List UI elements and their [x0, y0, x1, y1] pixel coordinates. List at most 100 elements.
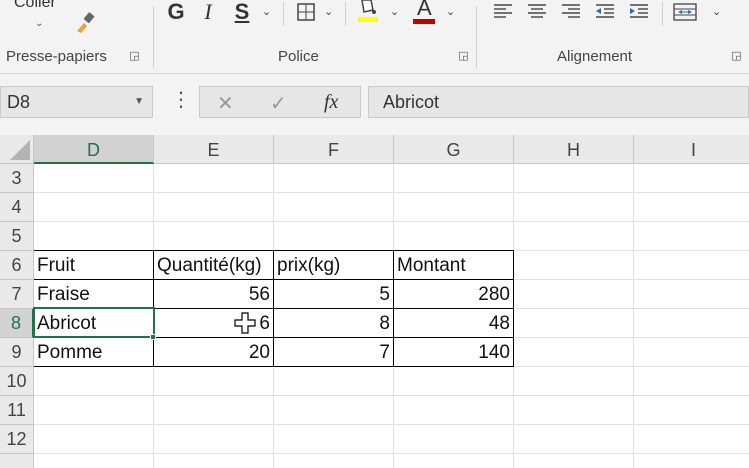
format-painter-icon: [77, 12, 95, 33]
column-header-e[interactable]: E: [154, 135, 274, 164]
align-right-button[interactable]: [558, 0, 584, 27]
table-cell[interactable]: 140: [394, 338, 513, 367]
strikethrough-button[interactable]: S: [230, 0, 254, 27]
toolbar-separator: [345, 2, 346, 26]
strikethrough-label: S: [234, 0, 250, 24]
table-cell[interactable]: 56: [154, 280, 273, 309]
group-separator: [153, 6, 154, 68]
font-dialog-launcher-icon[interactable]: ◲: [457, 50, 470, 63]
align-left-icon: [494, 4, 512, 18]
alignment-group-label: Alignement: [557, 48, 633, 65]
chevron-down-icon[interactable]: ⌄: [712, 5, 721, 18]
group-separator: [476, 6, 477, 68]
table-cell[interactable]: 5: [274, 280, 393, 309]
fill-color-swatch: [358, 17, 378, 22]
clipboard-group-label: Presse-papiers: [6, 48, 107, 65]
paste-button[interactable]: Coller ⌄: [8, 0, 64, 34]
increase-indent-button[interactable]: [626, 0, 652, 27]
align-center-icon: [528, 4, 546, 18]
more-options-icon[interactable]: ⋮: [171, 90, 191, 110]
table-header-cell[interactable]: prix(kg): [274, 251, 393, 280]
chevron-down-icon[interactable]: ⌄: [446, 5, 455, 18]
column-header-f[interactable]: F: [274, 135, 394, 164]
borders-icon: [297, 3, 315, 21]
name-box[interactable]: D8 ▼: [0, 86, 153, 118]
alignment-dialog-launcher-icon[interactable]: ◲: [730, 50, 743, 63]
spreadsheet-grid: D E F G H I 3 4 5 6 7 8 9 10 11 12 Fruit…: [0, 135, 749, 468]
row-header[interactable]: 3: [0, 164, 34, 193]
table-header-cell[interactable]: Montant: [394, 251, 513, 280]
gridline: [633, 164, 634, 468]
select-all-corner[interactable]: [0, 135, 34, 164]
table-cell[interactable]: 20: [154, 338, 273, 367]
row-header[interactable]: [0, 454, 34, 468]
ribbon: Coller ⌄ Presse-papiers ◲ G I S ⌄ ⌄ ⌄ A …: [0, 0, 749, 74]
table-header-cell[interactable]: Fruit: [34, 251, 153, 280]
formula-value: Abricot: [383, 92, 440, 112]
row-header[interactable]: 10: [0, 367, 34, 396]
column-header-i[interactable]: I: [634, 135, 749, 164]
table-border: [513, 250, 514, 367]
confirm-check-icon[interactable]: ✓: [270, 91, 287, 116]
font-color-swatch: [413, 19, 435, 24]
row-header[interactable]: 11: [0, 396, 34, 425]
chevron-down-icon[interactable]: ⌄: [262, 5, 271, 18]
row-header[interactable]: 12: [0, 425, 34, 454]
format-painter-button[interactable]: [70, 8, 100, 38]
decrease-indent-icon: [596, 4, 614, 18]
chevron-down-icon[interactable]: ▼: [134, 96, 144, 107]
align-right-icon: [562, 4, 580, 18]
column-header-d[interactable]: D: [34, 135, 154, 164]
italic-button[interactable]: I: [196, 0, 220, 27]
formula-buttons: ✕ ✓ fx: [199, 86, 361, 118]
table-cell[interactable]: 280: [394, 280, 513, 309]
insert-function-icon[interactable]: fx: [324, 91, 338, 114]
table-cell[interactable]: 7: [274, 338, 393, 367]
cell-select-cursor-icon: [234, 312, 256, 334]
row-header[interactable]: 4: [0, 193, 34, 222]
merge-center-button[interactable]: [670, 0, 700, 27]
table-cell[interactable]: 48: [394, 309, 513, 338]
font-color-glyph: A: [417, 0, 432, 20]
table-cell[interactable]: Fraise: [34, 280, 153, 309]
active-cell-selection: [33, 307, 155, 338]
name-box-value: D8: [7, 92, 31, 112]
borders-button[interactable]: [292, 0, 320, 27]
paste-label: Coller: [14, 0, 56, 11]
row-header[interactable]: 7: [0, 280, 34, 309]
bold-button[interactable]: G: [164, 0, 188, 27]
row-header[interactable]: 9: [0, 338, 34, 367]
decrease-indent-button[interactable]: [592, 0, 618, 27]
column-header-g[interactable]: G: [394, 135, 514, 164]
table-cell[interactable]: Pomme: [34, 338, 153, 367]
increase-indent-icon: [630, 4, 648, 18]
clipboard-dialog-launcher-icon[interactable]: ◲: [128, 50, 141, 63]
gridline: [34, 424, 749, 425]
font-color-button[interactable]: A: [410, 0, 438, 25]
row-header[interactable]: 6: [0, 251, 34, 280]
chevron-down-icon[interactable]: ⌄: [390, 5, 399, 18]
row-header-active[interactable]: 8: [0, 309, 34, 338]
column-header-h[interactable]: H: [514, 135, 634, 164]
align-left-button[interactable]: [490, 0, 516, 27]
toolbar-separator: [283, 2, 284, 26]
table-cell[interactable]: 8: [274, 309, 393, 338]
fill-handle[interactable]: [150, 334, 156, 340]
gridline: [34, 192, 749, 193]
formula-input[interactable]: Abricot: [368, 86, 749, 118]
toolbar-separator: [662, 2, 663, 26]
align-center-button[interactable]: [524, 0, 550, 27]
cancel-icon[interactable]: ✕: [217, 91, 234, 116]
column-headers: D E F G H I: [0, 135, 749, 164]
chevron-down-icon[interactable]: ⌄: [324, 5, 333, 18]
chevron-down-icon: ⌄: [35, 18, 44, 29]
formula-bar-area: D8 ▼ ⋮ ✕ ✓ fx Abricot: [0, 74, 749, 135]
gridline: [34, 221, 749, 222]
italic-label: I: [204, 0, 212, 24]
table-header-cell[interactable]: Quantité(kg): [154, 251, 273, 280]
fill-color-button[interactable]: [354, 0, 382, 25]
gridline: [34, 395, 749, 396]
row-header[interactable]: 5: [0, 222, 34, 251]
bold-label: G: [167, 0, 185, 24]
gridline: [34, 453, 749, 454]
